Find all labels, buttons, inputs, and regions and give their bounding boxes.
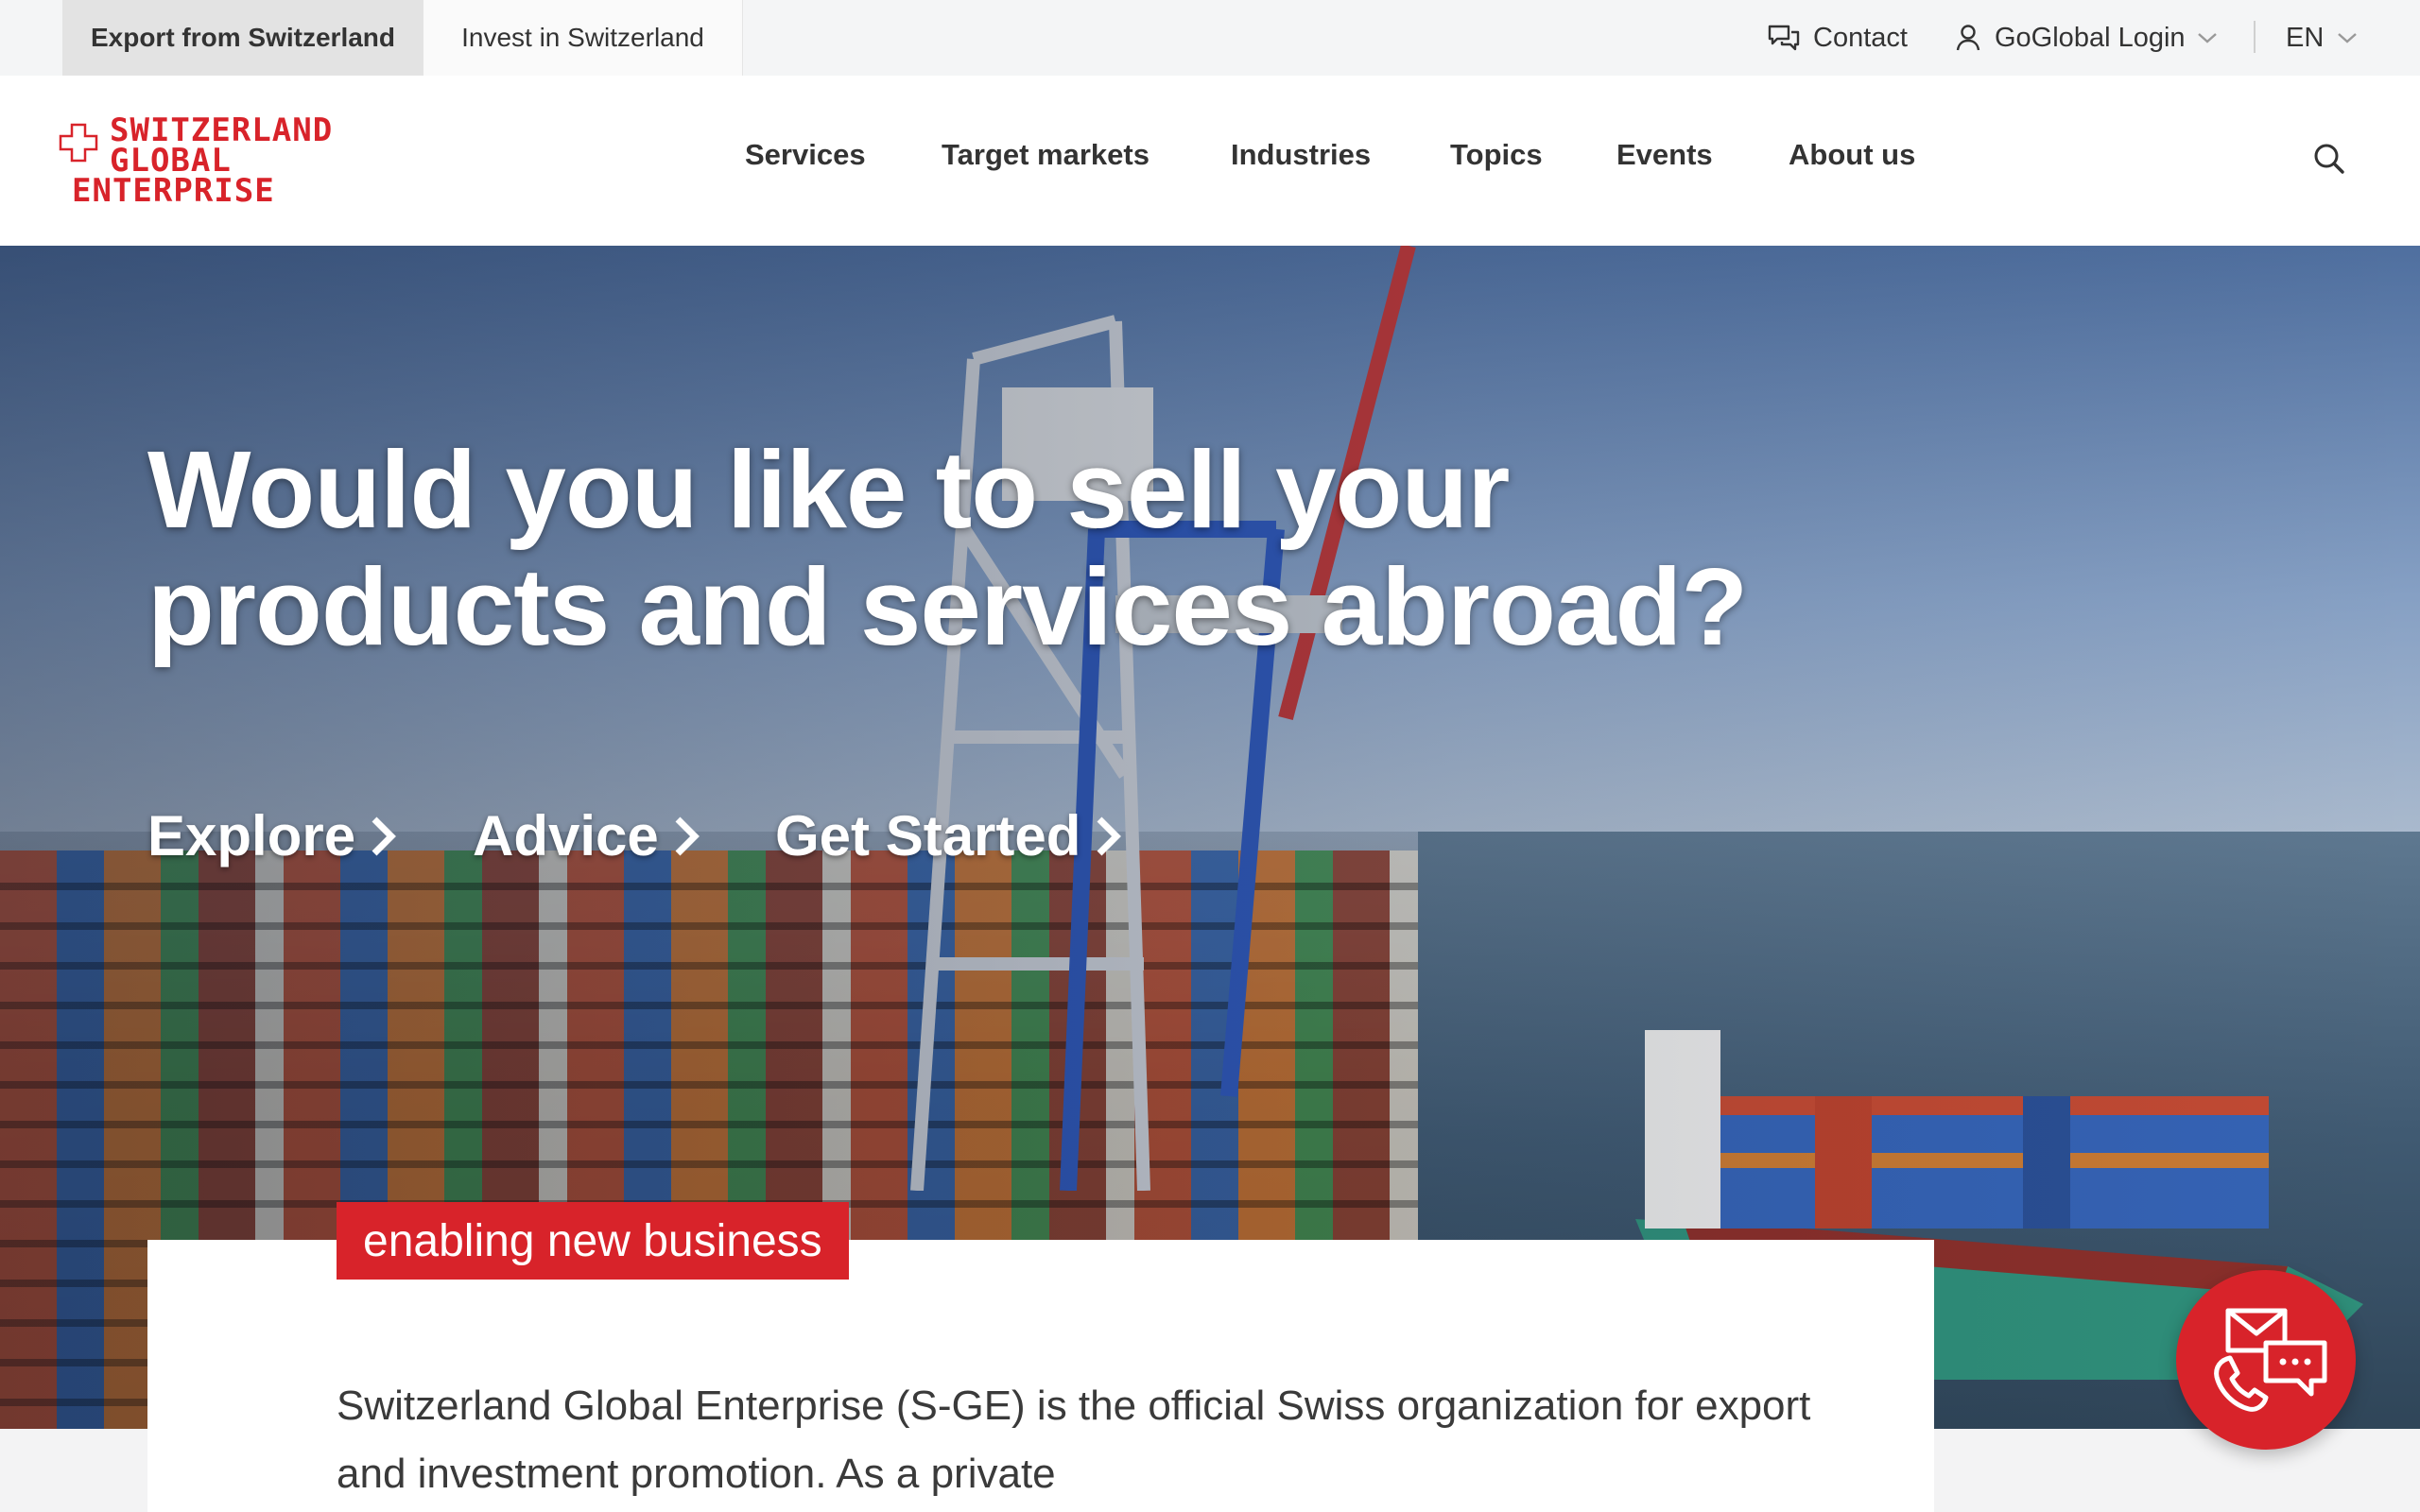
utility-divider [2254, 21, 2256, 53]
search-icon [2314, 144, 2344, 174]
chevron-right-icon [1097, 816, 1122, 855]
site-logo[interactable]: SWITZERLAND GLOBAL ENTERPRISE [59, 114, 361, 210]
nav-events[interactable]: Events [1616, 138, 1713, 172]
nav-services[interactable]: Services [745, 138, 866, 172]
utility-bar: Export from Switzerland Invest in Switze… [0, 0, 2420, 76]
tab-invest-in-switzerland[interactable]: Invest in Switzerland [424, 0, 743, 76]
nav-topics[interactable]: Topics [1450, 138, 1543, 172]
hero-link-get-started-label: Get Started [775, 804, 1081, 868]
language-label: EN [2286, 22, 2325, 53]
mail-phone-chat-icon [2214, 1308, 2327, 1412]
tab-invest-label: Invest in Switzerland [461, 23, 704, 52]
tab-export-from-switzerland[interactable]: Export from Switzerland [62, 0, 424, 76]
chevron-right-icon [372, 816, 397, 855]
contact-label: Contact [1813, 22, 1908, 53]
goglobal-login-dropdown[interactable]: GoGlobal Login [1955, 0, 2218, 76]
main-header: SWITZERLAND GLOBAL ENTERPRISE Services T… [0, 76, 2420, 246]
intro-text: Switzerland Global Enterprise (S-GE) is … [337, 1383, 1811, 1497]
contact-link[interactable]: Contact [1768, 0, 1908, 76]
logo-line-3: ENTERPRISE [72, 172, 275, 210]
logo-wordmark: SWITZERLAND GLOBAL ENTERPRISE [72, 114, 333, 210]
hero-title-line-1: Would you like to sell your [147, 428, 1510, 551]
hero-link-explore[interactable]: Explore [147, 803, 397, 868]
hero-link-explore-label: Explore [147, 804, 356, 868]
tagline-badge: enabling new business [337, 1202, 849, 1280]
hero-title: Would you like to sell your products and… [147, 431, 1944, 665]
hero-link-advice-label: Advice [473, 804, 659, 868]
chat-bubbles-icon [1768, 24, 1800, 52]
chevron-right-icon [675, 816, 700, 855]
language-selector[interactable]: EN [2286, 0, 2358, 76]
nav-about-us[interactable]: About us [1789, 138, 1915, 172]
chevron-down-icon [2197, 31, 2218, 44]
login-label: GoGlobal Login [1995, 22, 2186, 53]
contact-fab-button[interactable] [2176, 1270, 2356, 1450]
hero-title-line-2: products and services abroad? [147, 545, 1748, 668]
nav-industries[interactable]: Industries [1231, 138, 1371, 172]
intro-card: Switzerland Global Enterprise (S-GE) is … [147, 1240, 1934, 1512]
hero-link-advice[interactable]: Advice [473, 803, 700, 868]
hero-link-get-started[interactable]: Get Started [775, 803, 1122, 868]
nav-target-markets[interactable]: Target markets [942, 138, 1150, 172]
tab-export-label: Export from Switzerland [90, 23, 396, 52]
chevron-down-icon [2337, 31, 2358, 44]
user-icon [1955, 24, 1981, 52]
search-button[interactable] [2310, 140, 2348, 178]
